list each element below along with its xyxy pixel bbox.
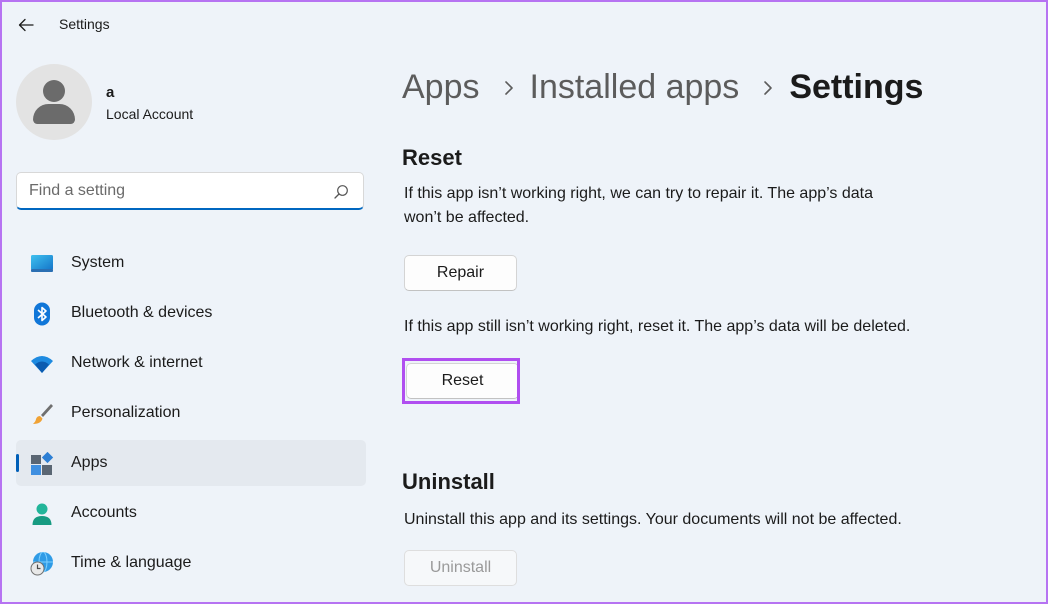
globe-clock-icon — [30, 552, 53, 576]
repair-description-line2: won’t be affected. — [404, 209, 530, 226]
reset-section-title: Reset — [402, 145, 462, 170]
wifi-icon — [31, 356, 53, 373]
title-bar: Settings — [2, 2, 1046, 46]
search-box[interactable] — [16, 172, 364, 210]
window-title: Settings — [59, 16, 110, 32]
uninstall-button[interactable]: Uninstall — [404, 550, 517, 586]
breadcrumb: Apps Installed apps Settings — [402, 68, 923, 107]
repair-button[interactable]: Repair — [404, 255, 517, 291]
back-arrow-icon — [18, 18, 34, 32]
sidebar-item-system[interactable]: System — [16, 240, 366, 286]
uninstall-description: Uninstall this app and its settings. You… — [404, 511, 902, 528]
breadcrumb-apps[interactable]: Apps — [402, 68, 480, 107]
chevron-right-icon — [764, 80, 773, 95]
sidebar-item-bluetooth[interactable]: Bluetooth & devices — [16, 290, 366, 336]
sidebar-item-personalization[interactable]: Personalization — [16, 390, 366, 436]
bluetooth-icon — [34, 302, 50, 326]
sidebar-item-accounts[interactable]: Accounts — [16, 490, 366, 536]
sidebar-item-label: Bluetooth & devices — [71, 304, 213, 321]
back-button[interactable] — [12, 12, 40, 38]
avatar[interactable] — [16, 64, 92, 140]
sidebar-item-label: Network & internet — [71, 354, 203, 371]
apps-icon — [31, 452, 54, 475]
uninstall-section-title: Uninstall — [402, 469, 495, 494]
sidebar-item-network[interactable]: Network & internet — [16, 340, 366, 386]
reset-description: If this app still isn’t working right, r… — [404, 318, 911, 335]
repair-description-line1: If this app isn’t working right, we can … — [404, 185, 873, 202]
search-icon[interactable] — [333, 184, 349, 200]
account-type: Local Account — [106, 106, 194, 122]
paintbrush-icon — [33, 404, 53, 424]
avatar-body — [33, 104, 75, 124]
person-icon — [32, 503, 52, 525]
sidebar-item-label: Time & language — [71, 554, 192, 571]
reset-highlight-box — [402, 358, 520, 404]
user-name: a — [106, 84, 115, 101]
sidebar-item-label: Accounts — [71, 504, 137, 521]
search-input[interactable] — [29, 179, 329, 203]
breadcrumb-current: Settings — [789, 68, 924, 106]
sidebar-item-time-language[interactable]: Time & language — [16, 540, 366, 586]
sidebar-item-label: System — [71, 254, 125, 271]
sidebar-item-apps[interactable]: Apps — [16, 440, 366, 486]
avatar-head — [43, 80, 65, 102]
sidebar-nav: System Bluetooth & devices Network & int… — [16, 240, 366, 590]
chevron-right-icon — [504, 80, 513, 95]
sidebar-item-label: Personalization — [71, 404, 181, 421]
selection-indicator — [16, 454, 19, 472]
monitor-icon — [31, 255, 53, 272]
sidebar-item-label: Apps — [71, 454, 108, 471]
breadcrumb-installed-apps[interactable]: Installed apps — [530, 68, 740, 107]
settings-window: Settings a Local Account System Blue — [2, 2, 1046, 602]
